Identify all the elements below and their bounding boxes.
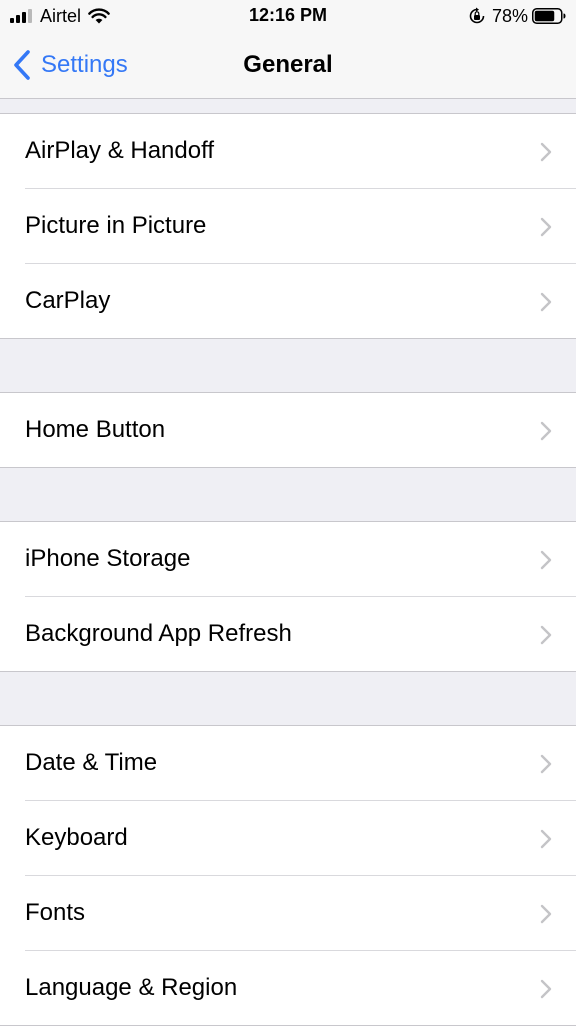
row-background-app-refresh[interactable]: Background App Refresh: [0, 596, 576, 671]
row-label: CarPlay: [25, 287, 111, 314]
settings-list: AirPlay & Handoff Picture in Picture Car…: [0, 99, 576, 1026]
row-keyboard[interactable]: Keyboard: [0, 800, 576, 875]
chevron-right-icon: [540, 625, 552, 645]
row-carplay[interactable]: CarPlay: [0, 263, 576, 338]
chevron-right-icon: [540, 292, 552, 312]
chevron-right-icon: [540, 142, 552, 162]
row-fonts[interactable]: Fonts: [0, 875, 576, 950]
chevron-right-icon: [540, 550, 552, 570]
chevron-right-icon: [540, 829, 552, 849]
settings-group-3: iPhone Storage Background App Refresh: [0, 521, 576, 672]
settings-group-2: Home Button: [0, 392, 576, 468]
row-date-time[interactable]: Date & Time: [0, 726, 576, 800]
navigation-bar: Settings General: [0, 32, 576, 99]
row-iphone-storage[interactable]: iPhone Storage: [0, 522, 576, 596]
row-label: iPhone Storage: [25, 545, 191, 572]
chevron-right-icon: [540, 217, 552, 237]
page-title: General: [243, 51, 333, 78]
row-home-button[interactable]: Home Button: [0, 393, 576, 467]
row-label: Picture in Picture: [25, 212, 207, 239]
battery-icon: [532, 8, 566, 24]
status-right: 78%: [468, 5, 566, 27]
battery-percent: 78%: [491, 5, 528, 26]
row-label: AirPlay & Handoff: [25, 137, 214, 164]
section-spacer: [0, 99, 576, 113]
row-label: Date & Time: [25, 749, 158, 776]
chevron-right-icon: [540, 754, 552, 774]
row-label: Keyboard: [25, 824, 128, 851]
chevron-right-icon: [540, 979, 552, 999]
row-picture-in-picture[interactable]: Picture in Picture: [0, 188, 576, 263]
chevron-right-icon: [540, 904, 552, 924]
row-label: Fonts: [25, 899, 86, 926]
chevron-right-icon: [540, 421, 552, 441]
row-label: Language & Region: [25, 974, 238, 1001]
settings-group-4: Date & Time Keyboard Fonts Language & Re…: [0, 725, 576, 1026]
row-language-region[interactable]: Language & Region: [0, 950, 576, 1025]
row-label: Background App Refresh: [25, 620, 292, 647]
row-airplay-handoff[interactable]: AirPlay & Handoff: [0, 114, 576, 188]
status-bar: Airtel 12:16 PM 78%: [0, 0, 576, 32]
section-spacer: [0, 672, 576, 725]
section-spacer: [0, 339, 576, 392]
settings-group-1: AirPlay & Handoff Picture in Picture Car…: [0, 113, 576, 339]
row-label: Home Button: [25, 416, 166, 443]
section-spacer: [0, 468, 576, 521]
orientation-lock-icon: [469, 7, 485, 24]
